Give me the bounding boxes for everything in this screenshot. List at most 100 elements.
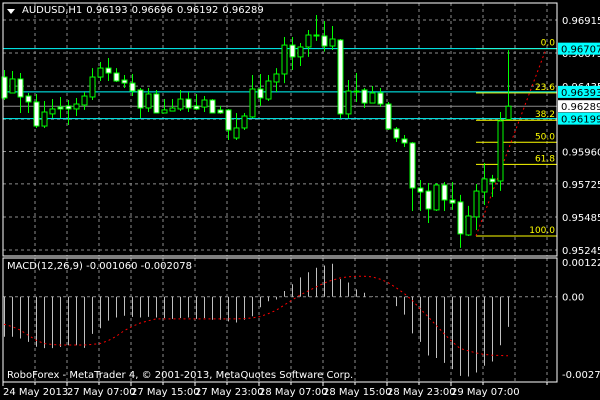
candle <box>81 92 88 110</box>
candle-body-bull <box>97 67 104 78</box>
candle <box>361 88 368 109</box>
candle-body-bear <box>401 138 408 144</box>
macd-main-value: -0.001060 <box>86 261 138 272</box>
macd-indicator-label: MACD(12,26,9) -0.001060 -0.002078 <box>7 261 192 273</box>
macd-panel-frame <box>2 257 558 383</box>
macd-name: MACD(12,26,9) <box>7 261 83 272</box>
candle-body-bull <box>505 105 512 120</box>
candle-body-bear <box>417 187 424 193</box>
candle-body-bull <box>233 127 240 139</box>
candle-body-bull <box>73 103 80 110</box>
candle <box>105 58 112 82</box>
candle <box>273 68 280 93</box>
candle-body-bull <box>241 115 248 129</box>
candle-body-bear <box>321 35 328 47</box>
candle <box>113 68 120 82</box>
main-panel-frame <box>2 2 558 257</box>
candle <box>89 68 96 101</box>
candle-body-bear <box>457 201 464 235</box>
candle <box>169 99 176 112</box>
candle <box>489 174 496 197</box>
candle-body-bear <box>489 178 496 183</box>
candle-body-bear <box>153 93 160 114</box>
candle-body-bear <box>193 105 200 110</box>
candle <box>377 88 384 108</box>
candle-body-bull <box>465 215 472 236</box>
time-axis-label: 29 May 07:00 <box>451 387 520 398</box>
candle-body-bull <box>9 78 16 94</box>
macd-axis-label: 0.00 <box>562 293 584 304</box>
candle-body-bull <box>297 46 304 58</box>
macd-axis-label: -0.002722 <box>562 370 600 381</box>
candle <box>441 181 448 212</box>
price-chart[interactable]: 0.969150.966750.964350.959600.957250.954… <box>0 0 600 400</box>
candle-body-bear <box>441 184 448 201</box>
candle <box>73 97 80 116</box>
candle <box>9 70 16 94</box>
candle-body-bull <box>265 80 272 100</box>
candle <box>313 15 320 41</box>
macd-signal-line <box>3 275 509 357</box>
ohlc-low: 0.96192 <box>177 5 219 16</box>
candle-body-bear <box>105 67 112 74</box>
candle-body-bear <box>129 82 136 92</box>
candle-body-bull <box>305 34 312 48</box>
candle-body-bull <box>313 34 320 37</box>
time-axis-label: 27 May 23:00 <box>195 387 264 398</box>
candle-body-bull <box>369 92 376 104</box>
ohlc-close: 0.96289 <box>222 5 264 16</box>
candle-body-bear <box>377 92 384 105</box>
candle <box>369 85 376 104</box>
candle-body-bear <box>425 190 432 210</box>
candle-body-bull <box>345 90 352 115</box>
macd-axis-label: 0.001223 <box>562 258 600 269</box>
candle-body-bear <box>33 101 40 127</box>
fib-level-label: 100.0 <box>529 226 555 236</box>
candle-body-bear <box>65 105 72 110</box>
candle-body-bear <box>353 90 360 93</box>
candle-body-bear <box>209 99 216 114</box>
candle-body-bear <box>337 39 344 115</box>
candle <box>217 105 224 114</box>
macd-signal-value: -0.002078 <box>140 261 192 272</box>
candle <box>25 92 32 113</box>
candle-body-bull <box>473 190 480 218</box>
price-axis-label: 0.95725 <box>562 180 600 191</box>
candle <box>17 73 24 113</box>
candle <box>409 142 416 212</box>
candle-body-bear <box>17 78 24 98</box>
candle-body-bull <box>273 73 280 83</box>
candle-body-bull <box>433 184 440 211</box>
candle-body-bull <box>41 111 48 127</box>
candle-body-bear <box>361 89 368 104</box>
candle-body-bull <box>81 95 88 106</box>
candle <box>249 74 256 119</box>
candle-body-bull <box>177 98 184 110</box>
candle <box>497 111 504 191</box>
price-badge-label: 0.96393 <box>561 88 600 99</box>
copyright-text: RoboForex - MetaTrader 4, © 2001-2013, M… <box>7 370 354 381</box>
candle <box>465 205 472 236</box>
candle-body-bull <box>49 108 56 115</box>
candle-body-bear <box>137 89 144 109</box>
candle <box>153 89 160 114</box>
fib-level-label: 50.0 <box>535 132 555 142</box>
time-axis-label: 28 May 15:00 <box>323 387 392 398</box>
candle <box>49 99 56 119</box>
candle-body-bear <box>289 44 296 58</box>
price-axis-label: 0.95245 <box>562 246 600 257</box>
candle <box>41 100 48 128</box>
candle <box>385 101 392 131</box>
candle <box>233 112 240 140</box>
price-axis-label: 0.95960 <box>562 148 600 159</box>
dropdown-triangle-icon[interactable] <box>7 8 15 14</box>
candle-body-bear <box>185 98 192 109</box>
candle-body-bull <box>481 178 488 193</box>
fib-level-label: 23.6 <box>535 83 555 93</box>
ohlc-open: 0.96193 <box>86 5 128 16</box>
time-axis-label: 27 May 07:00 <box>67 387 136 398</box>
price-badge-label: 0.96199 <box>561 115 600 126</box>
candle <box>265 74 272 101</box>
candle <box>457 194 464 248</box>
candle <box>505 50 512 120</box>
